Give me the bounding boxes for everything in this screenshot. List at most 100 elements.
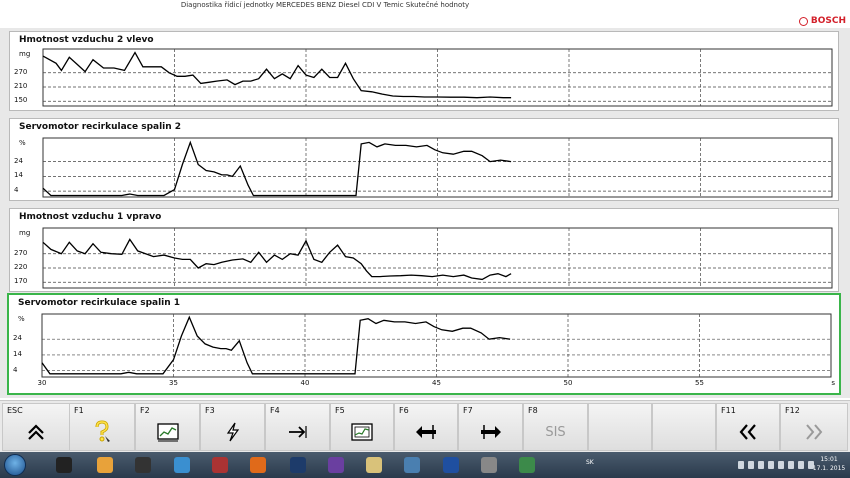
taskbar-firefox-icon[interactable]	[243, 455, 273, 475]
fkey-esc-button[interactable]: ESC	[2, 403, 70, 451]
clock[interactable]: 15:01 17.1. 2015	[812, 455, 846, 473]
fkey-f6-button[interactable]: F6	[394, 403, 458, 451]
line-chart	[42, 227, 833, 289]
chart-panel-air-mass-1-right[interactable]: Hmotnost vzduchu 1 vpravo mg 270 220 170	[9, 208, 839, 292]
y-tick-label: 270	[14, 67, 28, 76]
app-glyph	[519, 457, 535, 473]
fkey-label: F11	[721, 406, 736, 415]
fkey-f2-button[interactable]: F2	[135, 403, 200, 451]
fkey-f11-button[interactable]: F11	[716, 403, 780, 451]
taskbar-esi-icon[interactable]	[512, 455, 542, 475]
y-tick-label: 24	[14, 156, 23, 165]
app-glyph	[56, 457, 72, 473]
app-glyph	[212, 457, 228, 473]
line-chart	[41, 313, 832, 378]
app-glyph	[404, 457, 420, 473]
lightning-icon	[201, 418, 264, 446]
fkey-f3-button[interactable]: F3	[200, 403, 265, 451]
fkey-label: F4	[270, 406, 280, 415]
fkey-f7-button[interactable]: F7	[458, 403, 523, 451]
line-chart	[42, 137, 833, 198]
chart-icon	[136, 418, 199, 446]
fkey-f8-button[interactable]: F8 SIS	[523, 403, 588, 451]
chart-panel-air-mass-2-left[interactable]: Hmotnost vzduchu 2 vlevo mg 270 210 150	[9, 31, 839, 111]
tray-icon[interactable]	[778, 461, 784, 469]
y-tick-label: 14	[14, 171, 23, 180]
app-glyph	[174, 457, 190, 473]
x-unit: s	[831, 379, 835, 387]
y-tick-label: 210	[14, 82, 28, 90]
brand-text: BOSCH	[810, 16, 846, 26]
taskbar-bosch-app-icon[interactable]	[49, 455, 79, 475]
y-tick-label: 4	[14, 186, 19, 195]
fkey-empty-slot	[652, 403, 716, 451]
x-tick-label: 35	[169, 379, 178, 387]
fkey-empty-slot	[588, 403, 652, 451]
tray-icon[interactable]	[788, 461, 794, 469]
fkey-f5-button[interactable]: F5	[330, 403, 394, 451]
chart-panel-egr-servo-2[interactable]: Servomotor recirkulace spalin 2% 24 14 4	[9, 118, 839, 201]
window-title: Diagnostika řídicí jednotky MERCEDES BEN…	[180, 1, 470, 9]
start-button[interactable]	[4, 454, 26, 476]
line-chart	[42, 48, 833, 107]
tray-icon[interactable]	[738, 461, 744, 469]
app-glyph	[97, 457, 113, 473]
taskbar-chrome-icon[interactable]	[90, 455, 120, 475]
clock-time: 15:01	[820, 456, 838, 463]
series-line	[42, 238, 512, 281]
app-glyph	[290, 457, 306, 473]
fkey-label: F2	[140, 406, 150, 415]
chart-panel-egr-servo-1[interactable]: Servomotor recirkulace spalin 1% 24 14 4 30 3…	[7, 293, 841, 395]
fkey-label: F3	[205, 406, 215, 415]
y-unit: mg	[19, 50, 31, 58]
double-chevron-right-icon	[781, 418, 847, 446]
tray-icon[interactable]	[758, 461, 764, 469]
fkey-f12-button[interactable]: F12	[780, 403, 848, 451]
y-tick-label: 170	[14, 277, 28, 286]
arrow-right-bar-icon	[459, 418, 522, 446]
taskbar-photoshop-icon[interactable]	[283, 455, 313, 475]
fkey-label: F6	[399, 406, 409, 415]
taskbar-vis-icon[interactable]	[436, 455, 466, 475]
series-line	[42, 140, 512, 197]
app-glyph	[443, 457, 459, 473]
y-unit: %	[18, 315, 25, 323]
x-tick-label: 55	[695, 379, 704, 387]
taskbar-media-icon[interactable]	[128, 455, 158, 475]
taskbar-vs-app-icon[interactable]	[167, 455, 197, 475]
app-glyph	[366, 457, 382, 473]
y-tick-label: 270	[14, 248, 28, 257]
taskbar-visual-studio-icon[interactable]	[321, 455, 351, 475]
taskbar-photo-icon[interactable]	[397, 455, 427, 475]
app-glyph	[250, 457, 266, 473]
y-tick-label: 4	[13, 365, 18, 374]
tray-icon[interactable]	[748, 461, 754, 469]
taskbar-game-icon[interactable]	[205, 455, 235, 475]
y-tick-label: 150	[14, 96, 28, 105]
fkey-label: F7	[463, 406, 473, 415]
double-chevron-left-icon	[717, 418, 779, 446]
chart-area: Hmotnost vzduchu 2 vlevo mg 270 210 150 Serv…	[0, 28, 850, 398]
x-tick-label: 40	[300, 379, 310, 387]
fkey-label: F8	[528, 406, 538, 415]
y-unit: mg	[19, 229, 31, 237]
windows-taskbar: SK 15:01 17.1. 2015	[0, 452, 850, 478]
graph-frame-icon	[331, 418, 393, 446]
tray-icon[interactable]	[798, 461, 804, 469]
y-tick-label: 24	[13, 334, 22, 343]
help-icon	[70, 418, 134, 446]
x-tick-label: 50	[563, 379, 573, 387]
up-chevrons-icon	[3, 418, 69, 446]
brand-logo: BOSCH	[798, 14, 846, 28]
taskbar-explorer-icon[interactable]	[359, 455, 389, 475]
taskbar-disc-icon[interactable]	[474, 455, 504, 475]
fkey-f1-button[interactable]: F1	[69, 403, 135, 451]
y-tick-label: 14	[13, 349, 22, 358]
system-tray	[738, 458, 814, 472]
fkey-f4-button[interactable]: F4	[265, 403, 330, 451]
enter-arrow-icon	[266, 418, 329, 446]
series-line	[42, 51, 512, 99]
language-indicator[interactable]: SK	[586, 459, 594, 466]
x-tick-label: 30	[37, 379, 47, 387]
tray-icon[interactable]	[768, 461, 774, 469]
